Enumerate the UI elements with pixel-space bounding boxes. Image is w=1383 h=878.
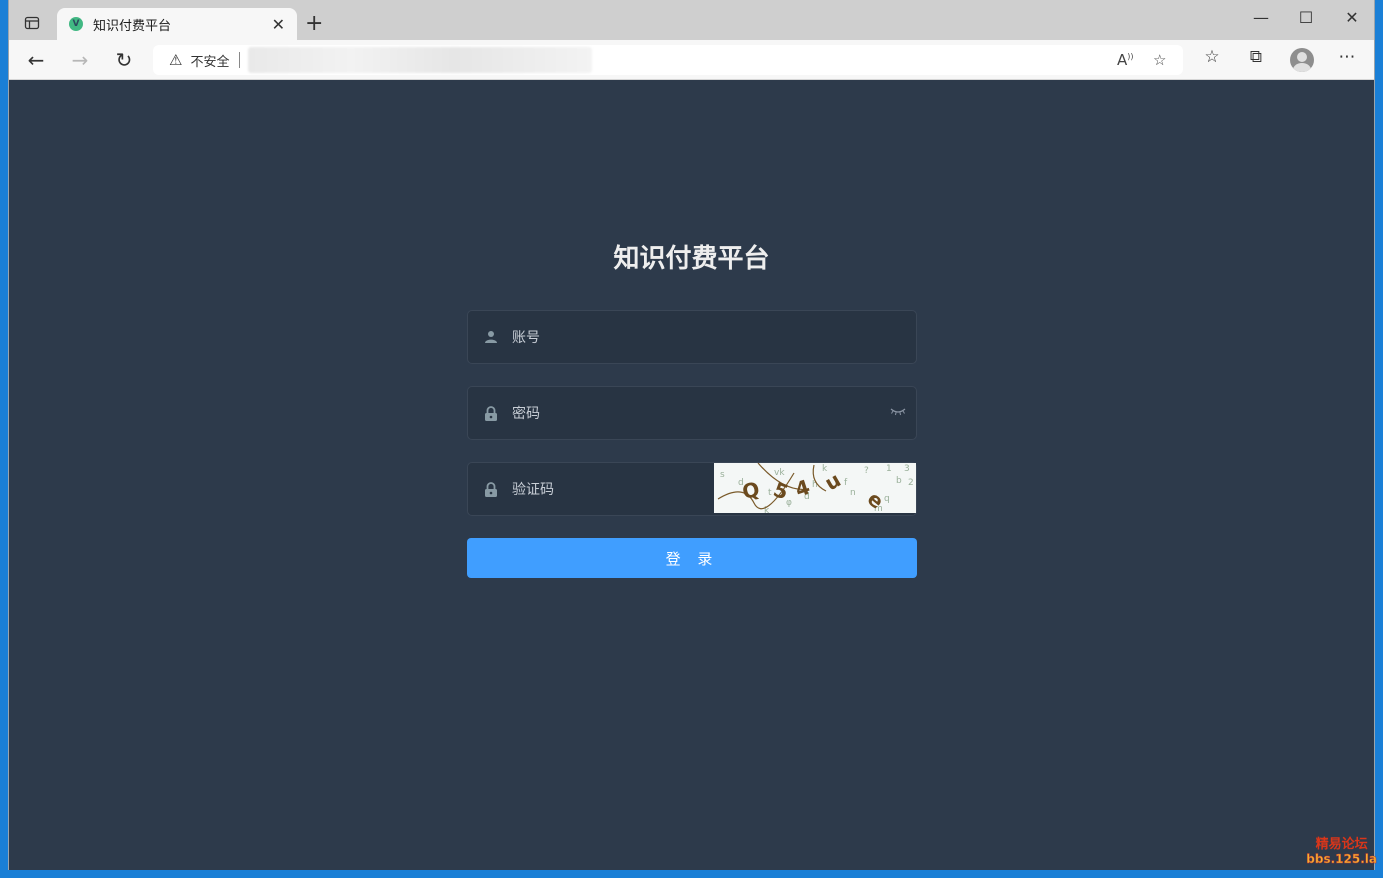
page-title: 知识付费平台 [613,244,770,274]
window-close-icon[interactable]: ✕ [1337,8,1367,27]
more-menu-icon[interactable]: ⋯ [1334,47,1360,67]
profile-avatar[interactable] [1290,48,1314,72]
address-bar[interactable]: ⚠ 不安全 A)) ☆ [153,45,1183,75]
browser-tab[interactable]: V 知识付费平台 ✕ [57,8,297,40]
svg-text:φ: φ [786,498,792,508]
minimize-icon[interactable]: — [1246,8,1276,27]
favorites-icon[interactable]: ☆ [1199,47,1225,67]
lock-icon [484,481,498,497]
browser-window: V 知识付费平台 ✕ + — ☐ ✕ ← → ↻ ⚠ 不安全 A)) ☆ ☆ ⧉… [8,0,1375,870]
new-tab-icon[interactable]: + [305,12,323,36]
svg-text:b: b [896,476,902,486]
svg-text:n: n [850,488,856,498]
address-separator [239,52,241,68]
blurred-url [248,47,593,73]
login-button[interactable]: 登 录 [467,538,917,578]
username-placeholder: 账号 [512,330,540,346]
security-label: 不安全 [190,54,230,70]
vue-favicon-icon: V [69,17,83,31]
browser-toolbar: ← → ↻ ⚠ 不安全 A)) ☆ ☆ ⧉ ⋯ [9,40,1374,80]
tab-actions-icon[interactable] [21,12,43,34]
reload-icon[interactable]: ↻ [111,48,137,72]
watermark-line2: bbs.125.la [1306,852,1377,867]
username-field[interactable]: 账号 [467,310,917,364]
user-icon [484,330,498,344]
password-placeholder: 密码 [512,406,540,422]
read-aloud-icon[interactable]: A)) [1117,51,1134,69]
warning-icon: ⚠ [169,51,183,69]
tab-title: 知识付费平台 [93,18,172,34]
svg-text:3: 3 [904,464,910,474]
login-page: 知识付费平台 账号 密码 验证码 s d vk h k f ? 1 3 b 2 … [9,80,1374,870]
lock-icon [484,405,498,421]
svg-text:2: 2 [908,478,914,488]
watermark-line1: 精易论坛 [1315,837,1368,852]
tab-close-icon[interactable]: ✕ [272,15,285,34]
add-favorite-icon[interactable]: ☆ [1153,51,1166,69]
password-field[interactable]: 密码 [467,386,917,440]
captcha-placeholder: 验证码 [512,482,554,498]
collections-icon[interactable]: ⧉ [1243,47,1269,67]
captcha-image[interactable]: s d vk hkf ? 1 3 b2t dφm kqn Q 5 4 u e [714,463,916,513]
maximize-icon[interactable]: ☐ [1291,8,1321,27]
tab-strip: V 知识付费平台 ✕ + — ☐ ✕ [9,0,1374,40]
show-password-icon[interactable] [890,405,906,419]
captcha-field[interactable]: 验证码 s d vk hkf ? 1 3 b2t dφm kqn Q 5 4 u… [467,462,917,516]
svg-text:s: s [720,470,725,480]
watermark-logo: 精易论坛 bbs.125.la [1306,837,1377,867]
svg-text:vk: vk [774,468,785,478]
svg-text:1: 1 [886,464,892,474]
svg-text:?: ? [864,466,869,476]
forward-icon[interactable]: → [67,48,93,72]
back-icon[interactable]: ← [23,48,49,72]
